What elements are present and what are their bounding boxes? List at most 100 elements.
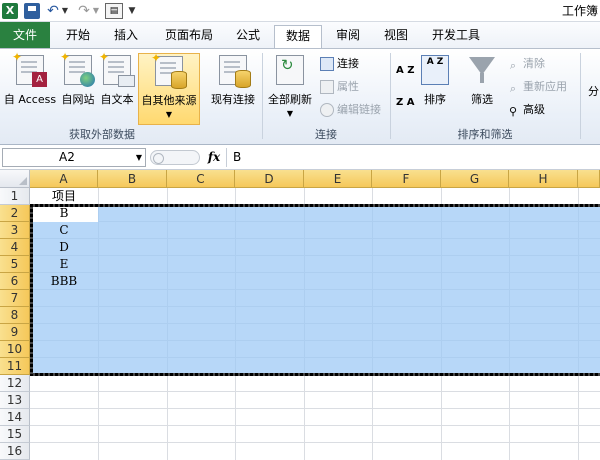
grid-line	[30, 442, 600, 443]
tab-file[interactable]: 文件	[0, 22, 50, 48]
cell-a1[interactable]: 项目	[30, 188, 98, 205]
funnel-icon	[469, 57, 495, 83]
excel-window: X ↶ ▼ ↷ ▼ ▤ ▼ 工作簿 文件 开始 插入 页面布局 公式 数据 审阅…	[0, 0, 600, 460]
redo-icon[interactable]: ↷	[76, 3, 92, 19]
advanced-filter-label: 高级	[523, 103, 545, 116]
window-title: 工作簿	[561, 4, 598, 18]
refresh-icon	[276, 55, 304, 85]
connections-button[interactable]: 连接	[320, 55, 359, 73]
tab-review[interactable]: 审阅	[328, 25, 368, 48]
cell-a2[interactable]: B	[30, 205, 98, 222]
sort-az-icon: A Z	[396, 65, 415, 76]
column-header-f[interactable]: F	[372, 170, 441, 188]
redo-dropdown-icon[interactable]: ▼	[92, 3, 100, 19]
excel-app-icon[interactable]: X	[2, 3, 18, 19]
row-header-10[interactable]: 10	[0, 341, 30, 358]
access-icon: ✦	[12, 51, 47, 87]
tab-page-layout[interactable]: 页面布局	[158, 25, 220, 48]
cell-a3[interactable]: C	[30, 222, 98, 239]
worksheet-grid[interactable]: A B C D E F G H 1 2 3 4 5 6 7 8 9 10 11 …	[0, 170, 600, 460]
column-header-b[interactable]: B	[98, 170, 167, 188]
row-header-6[interactable]: 6	[0, 273, 30, 290]
row-header-5[interactable]: 5	[0, 256, 30, 273]
row-header-15[interactable]: 15	[0, 426, 30, 443]
existing-connections-button[interactable]: 现有连接	[206, 53, 260, 125]
column-header-h[interactable]: H	[509, 170, 578, 188]
row-header-16[interactable]: 16	[0, 443, 30, 460]
advanced-filter-icon: ⚲	[508, 105, 518, 118]
connections-label: 连接	[337, 57, 359, 70]
row-header-3[interactable]: 3	[0, 222, 30, 239]
from-other-sources-button[interactable]: ✦ 自其他来源 ▼	[138, 52, 200, 125]
column-header-g[interactable]: G	[441, 170, 509, 188]
copy-marquee-top	[30, 204, 600, 207]
tab-view[interactable]: 视图	[376, 25, 416, 48]
refresh-all-label: 全部刷新	[268, 93, 312, 106]
group-separator	[390, 53, 391, 139]
group-separator	[580, 53, 581, 139]
formula-bar-handle[interactable]	[150, 150, 200, 165]
tab-developer[interactable]: 开发工具	[424, 25, 488, 48]
ribbon-tabs: 文件 开始 插入 页面布局 公式 数据 审阅 视图 开发工具	[0, 22, 600, 48]
tab-home[interactable]: 开始	[58, 25, 98, 48]
row-header-9[interactable]: 9	[0, 324, 30, 341]
undo-dropdown-icon[interactable]: ▼	[61, 3, 69, 19]
clear-filter-label: 清除	[523, 57, 545, 70]
row-header-7[interactable]: 7	[0, 290, 30, 307]
formula-input[interactable]: B	[226, 148, 600, 167]
database-icon: ✦	[151, 52, 187, 89]
save-icon[interactable]	[24, 3, 40, 19]
selected-range	[30, 205, 600, 375]
group-label-external-data: 获取外部数据	[69, 128, 135, 141]
data-tools-button-partial[interactable]: 分	[588, 83, 599, 101]
from-web-label: 自网站	[61, 93, 95, 106]
edit-links-button[interactable]: 编辑链接	[320, 101, 381, 119]
row-header-1[interactable]: 1	[0, 188, 30, 205]
properties-button[interactable]: 属性	[320, 78, 359, 96]
grid-line	[30, 425, 600, 426]
row-header-11[interactable]: 11	[0, 358, 30, 375]
sort-descending-button[interactable]: Z A	[396, 93, 414, 117]
insert-function-icon[interactable]: fx	[204, 148, 224, 167]
cell-a6[interactable]: BBB	[30, 273, 98, 290]
from-text-button[interactable]: ✦ 自文本	[98, 51, 136, 125]
cell-a4[interactable]: D	[30, 239, 98, 256]
tab-formulas[interactable]: 公式	[228, 25, 268, 48]
sort-ascending-button[interactable]: A Z	[396, 61, 414, 85]
column-header-i-partial[interactable]	[578, 170, 600, 188]
clear-filter-button[interactable]: ⌕ 清除	[506, 55, 545, 73]
sort-za-icon: Z A	[396, 97, 415, 108]
group-separator	[262, 53, 263, 139]
advanced-filter-button[interactable]: ⚲ 高级	[506, 101, 545, 119]
filter-button[interactable]: 筛选	[462, 53, 502, 125]
name-box[interactable]: A2	[2, 148, 146, 167]
refresh-all-button[interactable]: 全部刷新 ▼	[264, 53, 316, 125]
name-box-dropdown-icon[interactable]: ▼	[132, 148, 146, 167]
form-icon[interactable]: ▤	[105, 3, 123, 19]
row-header-2[interactable]: 2	[0, 205, 30, 222]
sort-button[interactable]: A Z 排序	[418, 53, 452, 125]
row-header-13[interactable]: 13	[0, 392, 30, 409]
select-all-corner[interactable]	[0, 170, 30, 188]
column-header-e[interactable]: E	[304, 170, 372, 188]
row-header-12[interactable]: 12	[0, 375, 30, 392]
properties-icon	[320, 80, 334, 94]
from-web-button[interactable]: ✦ 自网站	[59, 51, 97, 125]
undo-icon[interactable]: ↶	[45, 3, 61, 19]
cell-a5[interactable]: E	[30, 256, 98, 273]
customize-toolbar-icon[interactable]: ▼	[127, 3, 137, 19]
row-header-8[interactable]: 8	[0, 307, 30, 324]
group-label-sort-filter: 排序和筛选	[457, 128, 513, 141]
existing-connections-label: 现有连接	[211, 93, 255, 106]
row-header-4[interactable]: 4	[0, 239, 30, 256]
sort-dialog-icon: A Z	[421, 55, 449, 85]
formula-bar: A2 ▼ fx B	[0, 145, 600, 170]
reapply-button[interactable]: ⌕ 重新应用	[506, 78, 567, 96]
from-access-button[interactable]: ✦ 自 Access	[2, 51, 58, 125]
row-header-14[interactable]: 14	[0, 409, 30, 426]
tab-insert[interactable]: 插入	[106, 25, 146, 48]
column-header-a[interactable]: A	[30, 170, 98, 188]
column-header-c[interactable]: C	[167, 170, 235, 188]
tab-data[interactable]: 数据	[274, 25, 322, 48]
column-header-d[interactable]: D	[235, 170, 304, 188]
